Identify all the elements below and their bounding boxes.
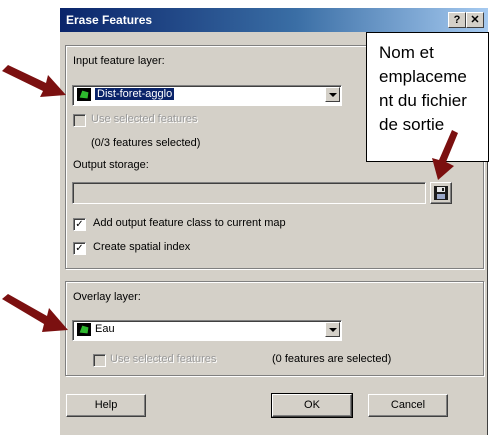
- input-layer-label-text: Input feature layer:: [73, 55, 165, 67]
- cancel-button[interactable]: Cancel: [368, 394, 448, 417]
- overlay-layer-combo[interactable]: Eau: [72, 320, 342, 341]
- floppy-disk-icon: [434, 186, 448, 200]
- help-button[interactable]: Help: [66, 394, 146, 417]
- input-layer-value: Dist-foret-agglo: [95, 88, 175, 100]
- add-to-map-label: Add output feature class to current map: [93, 217, 286, 229]
- overlay-selection-count: (0 features are selected): [272, 353, 392, 365]
- window-title: Erase Features: [66, 13, 153, 27]
- chevron-down-icon[interactable]: [325, 87, 340, 102]
- callout-text: Nom et emplaceme nt du fichier de sortie: [379, 43, 467, 134]
- overlay-use-selected-checkbox[interactable]: [93, 354, 106, 367]
- input-selection-count: (0/3 features selected): [91, 137, 201, 149]
- polygon-layer-icon: [77, 323, 91, 336]
- title-bar: Erase Features ? ✕: [60, 8, 488, 32]
- polygon-layer-icon: [77, 88, 91, 101]
- overlay-layer-value: Eau: [95, 323, 115, 335]
- output-storage-field[interactable]: [72, 182, 426, 204]
- input-use-selected-label: Use selected features: [91, 113, 198, 125]
- add-to-map-checkbox[interactable]: ✓: [73, 218, 86, 231]
- output-storage-label: Output storage:: [73, 159, 149, 171]
- red-arrow-icon: [2, 65, 66, 97]
- chevron-down-icon[interactable]: [325, 322, 340, 337]
- spatial-index-checkbox[interactable]: ✓: [73, 242, 86, 255]
- spatial-index-label: Create spatial index: [93, 241, 191, 253]
- red-arrow-icon: [432, 130, 458, 180]
- red-arrow-icon: [2, 294, 68, 332]
- input-layer-combo[interactable]: Dist-foret-agglo: [72, 85, 342, 106]
- save-browse-button[interactable]: [430, 182, 452, 204]
- ok-button[interactable]: OK: [271, 393, 353, 418]
- input-use-selected-checkbox[interactable]: [73, 114, 86, 127]
- help-title-button[interactable]: ?: [448, 12, 466, 28]
- overlay-use-selected-label: Use selected features: [110, 353, 217, 365]
- overlay-layer-label: Overlay layer:: [73, 291, 141, 303]
- close-button[interactable]: ✕: [466, 12, 484, 28]
